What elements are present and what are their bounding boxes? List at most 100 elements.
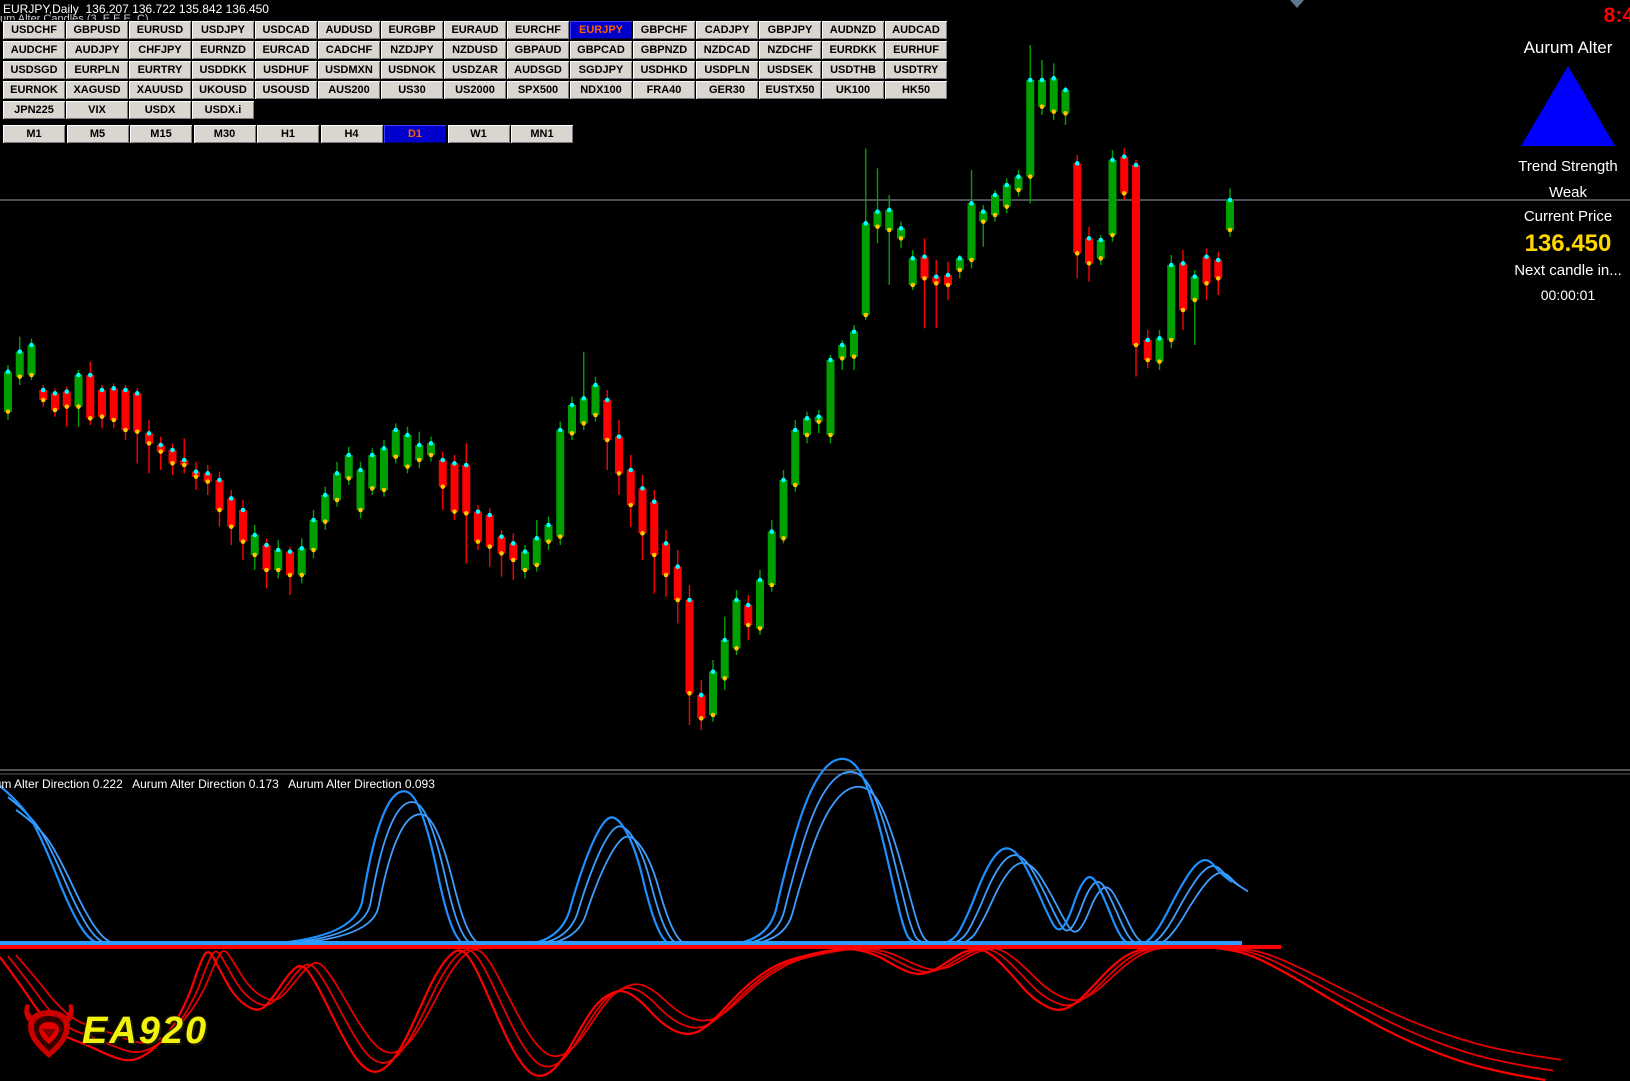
alter-dot-top <box>452 461 457 466</box>
symbol-button-SGDJPY[interactable]: SGDJPY <box>569 60 633 80</box>
symbol-button-EUSTX50[interactable]: EUSTX50 <box>758 80 822 100</box>
symbol-button-AUS200[interactable]: AUS200 <box>317 80 381 100</box>
symbol-button-GBPCAD[interactable]: GBPCAD <box>569 40 633 60</box>
symbol-button-NZDJPY[interactable]: NZDJPY <box>380 40 444 60</box>
alter-dot-bottom <box>463 511 469 516</box>
symbol-button-USDHKD[interactable]: USDHKD <box>632 60 696 80</box>
symbol-button-EURNZD[interactable]: EURNZD <box>191 40 255 60</box>
symbol-button-US2000[interactable]: US2000 <box>443 80 507 100</box>
symbol-button-AUDUSD[interactable]: AUDUSD <box>317 20 381 40</box>
symbol-button-EURNOK[interactable]: EURNOK <box>2 80 66 100</box>
symbol-button-AUDSGD[interactable]: AUDSGD <box>506 60 570 80</box>
alter-dot-bottom <box>1110 232 1115 238</box>
symbol-button-NZDCAD[interactable]: NZDCAD <box>695 40 759 60</box>
symbol-button-HK50[interactable]: HK50 <box>884 80 948 100</box>
candle-body <box>1073 163 1082 254</box>
symbol-button-USDHUF[interactable]: USDHUF <box>254 60 318 80</box>
symbol-button-XAUUSD[interactable]: XAUUSD <box>128 80 192 100</box>
alter-dot-bottom <box>146 441 152 446</box>
alter-dot-bottom <box>1063 111 1068 116</box>
symbol-button-CADJPY[interactable]: CADJPY <box>695 20 759 40</box>
symbol-button-USDTRY[interactable]: USDTRY <box>884 60 948 80</box>
symbol-button-EURAUD[interactable]: EURAUD <box>443 20 507 40</box>
symbol-button-USDNOK[interactable]: USDNOK <box>380 60 444 80</box>
symbol-button-USDJPY[interactable]: USDJPY <box>191 20 255 40</box>
symbol-button-USDX.i[interactable]: USDX.i <box>191 100 255 120</box>
symbol-button-NZDUSD[interactable]: NZDUSD <box>443 40 507 60</box>
symbol-button-AUDNZD[interactable]: AUDNZD <box>821 20 885 40</box>
symbol-button-USDSEK[interactable]: USDSEK <box>758 60 822 80</box>
alter-dot-top <box>181 457 187 463</box>
alter-dot-bottom <box>757 626 763 631</box>
symbol-button-USDCAD[interactable]: USDCAD <box>254 20 318 40</box>
symbol-button-AUDCAD[interactable]: AUDCAD <box>884 20 948 40</box>
symbol-button-XAGUSD[interactable]: XAGUSD <box>65 80 129 100</box>
next-candle-label: Next candle in... <box>1514 262 1622 279</box>
symbol-button-USDZAR[interactable]: USDZAR <box>443 60 507 80</box>
symbol-button-USDMXN[interactable]: USDMXN <box>317 60 381 80</box>
symbol-button-NDX100[interactable]: NDX100 <box>569 80 633 100</box>
alter-dot-bottom <box>992 212 998 218</box>
symbol-button-AUDCHF[interactable]: AUDCHF <box>2 40 66 60</box>
symbol-button-EURPLN[interactable]: EURPLN <box>65 60 129 80</box>
symbol-button-AUDJPY[interactable]: AUDJPY <box>65 40 129 60</box>
symbol-button-GBPUSD[interactable]: GBPUSD <box>65 20 129 40</box>
candle-body <box>239 510 247 542</box>
timeframe-button-H1[interactable]: H1 <box>256 124 320 144</box>
alter-dot-bottom <box>898 236 904 241</box>
candle-body <box>1120 156 1129 194</box>
symbol-button-GBPJPY[interactable]: GBPJPY <box>758 20 822 40</box>
symbol-button-USDPLN[interactable]: USDPLN <box>695 60 759 80</box>
alter-dot-bottom <box>710 712 716 718</box>
alter-dot-top <box>1086 236 1092 241</box>
symbol-button-EURDKK[interactable]: EURDKK <box>821 40 885 60</box>
symbol-button-GBPNZD[interactable]: GBPNZD <box>632 40 696 60</box>
symbol-button-EURTRY[interactable]: EURTRY <box>128 60 192 80</box>
timeframe-button-M1[interactable]: M1 <box>2 124 66 144</box>
candle-body <box>697 695 706 719</box>
price-chart-canvas[interactable] <box>0 0 1630 1081</box>
symbol-button-GER30[interactable]: GER30 <box>695 80 759 100</box>
symbol-button-FRA40[interactable]: FRA40 <box>632 80 696 100</box>
symbol-button-GBPCHF[interactable]: GBPCHF <box>632 20 696 40</box>
symbol-button-UK100[interactable]: UK100 <box>821 80 885 100</box>
symbol-button-EURHUF[interactable]: EURHUF <box>884 40 948 60</box>
symbol-button-EURGBP[interactable]: EURGBP <box>380 20 444 40</box>
timeframe-button-M5[interactable]: M5 <box>65 124 130 144</box>
symbol-button-USDX[interactable]: USDX <box>128 100 192 120</box>
symbol-button-US30[interactable]: US30 <box>380 80 444 100</box>
symbol-button-JPN225[interactable]: JPN225 <box>2 100 66 120</box>
symbol-button-USDCHF[interactable]: USDCHF <box>2 20 66 40</box>
timeframe-button-MN1[interactable]: MN1 <box>510 124 574 144</box>
alter-dot-bottom <box>651 552 657 558</box>
symbol-button-EURCAD[interactable]: EURCAD <box>254 40 318 60</box>
alter-dot-top <box>393 427 399 433</box>
symbol-button-EURCHF[interactable]: EURCHF <box>506 20 570 40</box>
timeframe-button-M30[interactable]: M30 <box>192 124 257 144</box>
candle-body <box>767 531 776 586</box>
symbol-button-USDTHB[interactable]: USDTHB <box>821 60 885 80</box>
timeframe-button-H4[interactable]: H4 <box>319 124 384 144</box>
symbol-button-USDDKK[interactable]: USDDKK <box>191 60 255 80</box>
alter-dot-top <box>828 357 833 363</box>
timeframe-button-M15[interactable]: M15 <box>129 124 193 144</box>
symbol-button-CADCHF[interactable]: CADCHF <box>317 40 381 60</box>
symbol-button-GBPAUD[interactable]: GBPAUD <box>506 40 570 60</box>
alter-dot-top <box>158 442 164 448</box>
symbol-button-NZDCHF[interactable]: NZDCHF <box>758 40 822 60</box>
symbol-button-SPX500[interactable]: SPX500 <box>506 80 570 100</box>
alter-dot-top <box>134 391 140 396</box>
timeframe-button-D1[interactable]: D1 <box>383 124 447 144</box>
candle-body <box>391 430 400 457</box>
symbol-button-UKOUSD[interactable]: UKOUSD <box>191 80 255 100</box>
symbol-button-USOUSD[interactable]: USOUSD <box>254 80 318 100</box>
symbol-button-VIX[interactable]: VIX <box>65 100 129 120</box>
timeframe-button-W1[interactable]: W1 <box>446 124 511 144</box>
symbol-button-EURUSD[interactable]: EURUSD <box>128 20 192 40</box>
symbol-button-USDSGD[interactable]: USDSGD <box>2 60 66 80</box>
candle-body <box>1085 238 1093 264</box>
symbol-button-CHFJPY[interactable]: CHFJPY <box>128 40 192 60</box>
alter-dot-bottom <box>52 407 58 413</box>
ea920-logo: EA920 <box>22 1002 208 1060</box>
symbol-button-EURJPY[interactable]: EURJPY <box>569 20 633 40</box>
